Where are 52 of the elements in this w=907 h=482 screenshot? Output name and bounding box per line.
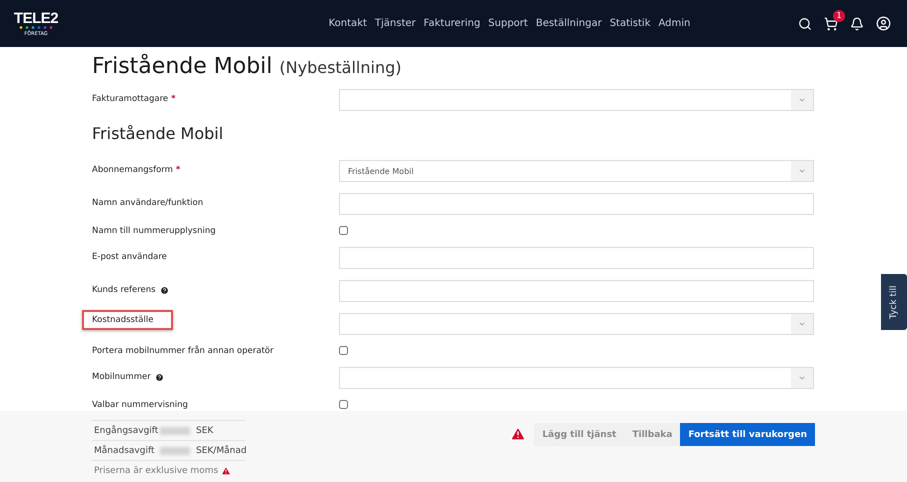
- nav-link[interactable]: Tjänster: [374, 18, 416, 29]
- field-label: Valbar nummervisning: [92, 400, 189, 410]
- search-icon[interactable]: [798, 16, 812, 30]
- select-field[interactable]: [339, 313, 814, 335]
- checkbox[interactable]: [339, 346, 348, 355]
- warning-icon: [510, 426, 526, 442]
- help-icon[interactable]: [154, 372, 164, 382]
- field-label: Namn användare/funktion: [92, 197, 204, 208]
- nav-link[interactable]: Kontakt: [328, 18, 367, 29]
- input-field[interactable]: [339, 247, 814, 269]
- feedback-tab[interactable]: Tyck till: [881, 274, 907, 330]
- page-title: Fristående Mobil (Nybeställning): [92, 52, 402, 81]
- fee-unit: SEK: [196, 426, 214, 436]
- continue-button[interactable]: Fortsätt till varukorgen: [680, 423, 815, 446]
- caret-icon: [798, 374, 806, 382]
- help-icon[interactable]: [160, 286, 169, 294]
- nav-link[interactable]: Beställningar: [536, 18, 602, 29]
- section-title: Fristående Mobil: [92, 123, 224, 145]
- cart-icon[interactable]: [824, 16, 838, 30]
- blurred-amount: [160, 426, 190, 434]
- vat-note: Priserna är exklusive moms: [94, 466, 218, 476]
- checkbox[interactable]: [339, 400, 348, 409]
- field-label: Namn till nummerupplysning: [92, 226, 217, 236]
- nav-link[interactable]: Admin: [658, 18, 690, 29]
- dots-icon: [19, 26, 53, 28]
- field-label: Kostnadsställe: [82, 310, 174, 330]
- field-label: Portera mobilnummer från annan operatör: [92, 346, 274, 356]
- select-field[interactable]: [339, 89, 814, 111]
- caret-icon: [798, 320, 806, 328]
- nav-link[interactable]: Fakturering: [424, 18, 480, 29]
- fee-label: Engångsavgift: [94, 426, 160, 436]
- nav-link[interactable]: Support: [488, 18, 528, 29]
- blurred-amount: [160, 446, 190, 454]
- field-label: Fakturamottagare *: [92, 93, 177, 104]
- user-icon[interactable]: [876, 16, 891, 31]
- select-field[interactable]: [339, 367, 814, 389]
- caret-icon: [798, 96, 806, 104]
- checkbox[interactable]: [339, 226, 348, 235]
- field-label: Mobilnummer: [92, 367, 168, 382]
- field-label: E-post användare: [92, 251, 168, 262]
- select-field[interactable]: Fristående Mobil: [339, 160, 814, 182]
- fee-unit: SEK/Månad: [196, 446, 247, 456]
- nav-link[interactable]: Statistik: [610, 18, 650, 29]
- bell-icon[interactable]: [850, 16, 864, 30]
- fee-label: Månadsavgift: [94, 446, 156, 456]
- warning-icon: [221, 466, 232, 476]
- input-field[interactable]: [339, 280, 814, 302]
- caret-icon: [798, 167, 806, 175]
- cart-badge: 1: [833, 10, 845, 22]
- input-field[interactable]: [339, 193, 814, 215]
- field-label: Kunds referens: [92, 280, 173, 295]
- field-label: Abonnemangsform *: [92, 164, 182, 175]
